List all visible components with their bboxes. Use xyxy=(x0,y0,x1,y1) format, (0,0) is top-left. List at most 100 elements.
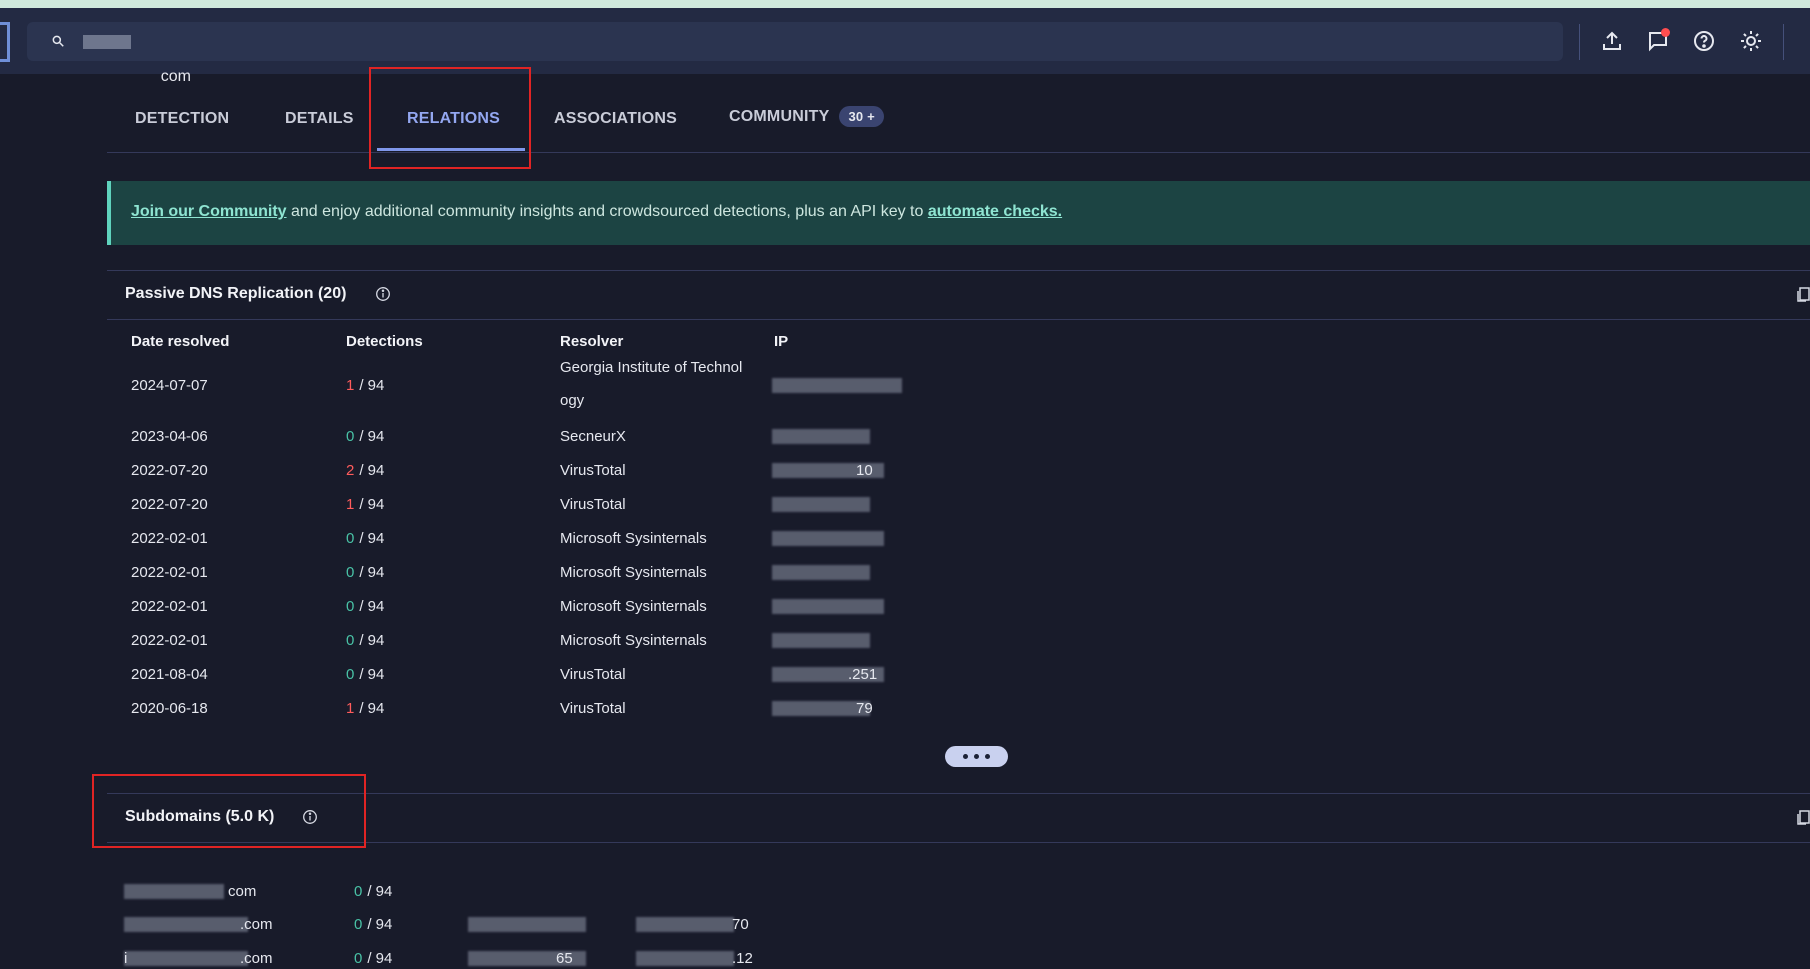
passive-dns-header: Passive DNS Replication (20) xyxy=(107,270,1810,320)
tab-detection[interactable]: DETECTION xyxy=(135,110,229,128)
row-date: 2022-02-01 xyxy=(131,598,208,615)
help-icon xyxy=(1694,31,1714,51)
community-count-badge: 30 + xyxy=(839,106,884,127)
detection-count: 0 xyxy=(346,564,355,581)
redacted-ip xyxy=(636,917,734,932)
row-date: 2021-08-04 xyxy=(131,666,208,683)
subdomain-link[interactable]: com xyxy=(228,883,256,900)
upload-button[interactable] xyxy=(1597,26,1627,56)
ip-visible-part[interactable]: 65 xyxy=(556,950,573,967)
tab-details[interactable]: DETAILS xyxy=(285,110,354,128)
detection-count: 0 xyxy=(346,598,355,615)
row-date: 2023-04-06 xyxy=(131,428,208,445)
row-resolver[interactable]: Microsoft Sysinternals xyxy=(560,564,707,581)
row-resolver-wrap: ogy xyxy=(560,392,585,409)
col-detections[interactable]: Detections xyxy=(346,333,423,350)
redacted-ip xyxy=(468,917,586,932)
tab-associations[interactable]: ASSOCIATIONS xyxy=(554,110,677,128)
upload-icon xyxy=(1603,31,1621,50)
toolbar-divider xyxy=(1783,24,1784,60)
info-icon[interactable] xyxy=(375,286,391,302)
redacted-ip xyxy=(772,429,870,444)
row-detections: 0/ 94 xyxy=(354,950,392,967)
section-title: Passive DNS Replication (20) xyxy=(125,285,347,302)
tab-community[interactable]: COMMUNITY 30 + xyxy=(729,106,884,127)
redacted-ip xyxy=(772,599,884,614)
ip-visible-part[interactable]: 70 xyxy=(732,916,749,933)
row-date: 2022-02-01 xyxy=(131,530,208,547)
section-title: Subdomains (5.0 K) xyxy=(125,808,275,825)
row-detections: 2/ 94 xyxy=(346,462,384,479)
detection-total: / 94 xyxy=(359,700,385,717)
copy-icon[interactable] xyxy=(1796,808,1810,826)
ip-visible-part[interactable]: .251 xyxy=(848,666,877,683)
top-strip xyxy=(0,0,1810,8)
detection-count: 0 xyxy=(346,530,355,547)
detection-count: 0 xyxy=(354,883,363,900)
copy-icon[interactable] xyxy=(1796,285,1810,303)
row-resolver[interactable]: VirusTotal xyxy=(560,496,626,513)
help-button[interactable] xyxy=(1689,26,1719,56)
row-resolver[interactable]: VirusTotal xyxy=(560,700,626,717)
col-date-resolved[interactable]: Date resolved xyxy=(131,333,229,350)
ip-visible-part[interactable]: 79 xyxy=(856,700,873,717)
subdomain-link[interactable]: .com xyxy=(240,950,273,967)
load-more-button[interactable] xyxy=(945,746,1008,767)
logo-edge[interactable] xyxy=(0,22,10,62)
row-detections: 0/ 94 xyxy=(346,598,384,615)
info-icon[interactable] xyxy=(302,809,318,825)
detection-count: 1 xyxy=(346,700,355,717)
search-icon xyxy=(52,35,64,47)
row-date: 2022-02-01 xyxy=(131,632,208,649)
theme-toggle[interactable] xyxy=(1736,26,1766,56)
row-resolver[interactable]: VirusTotal xyxy=(560,462,626,479)
detection-total: / 94 xyxy=(359,632,385,649)
row-detections: 0/ 94 xyxy=(346,666,384,683)
redacted-subdomain xyxy=(124,917,248,932)
detection-count: 0 xyxy=(354,950,363,967)
row-resolver[interactable]: Microsoft Sysinternals xyxy=(560,530,707,547)
row-resolver[interactable]: Georgia Institute of Technol xyxy=(560,359,742,376)
active-tab-indicator xyxy=(377,148,525,151)
banner-text: Join our Community and enjoy additional … xyxy=(131,203,1062,221)
automate-checks-link[interactable]: automate checks. xyxy=(928,203,1062,220)
detection-count: 2 xyxy=(346,462,355,479)
row-resolver[interactable]: Microsoft Sysinternals xyxy=(560,598,707,615)
row-detections: 0/ 94 xyxy=(346,632,384,649)
detection-count: 0 xyxy=(354,916,363,933)
tab-relations[interactable]: RELATIONS xyxy=(407,110,500,128)
row-date: 2020-06-18 xyxy=(131,700,208,717)
join-community-link[interactable]: Join our Community xyxy=(131,203,287,220)
row-resolver[interactable]: Microsoft Sysinternals xyxy=(560,632,707,649)
subdomains-header: Subdomains (5.0 K) xyxy=(107,793,1810,843)
ip-visible-part[interactable]: 10 xyxy=(856,462,873,479)
redacted-ip xyxy=(772,378,902,393)
redacted-ip xyxy=(772,531,884,546)
detection-count: 0 xyxy=(346,666,355,683)
col-ip[interactable]: IP xyxy=(774,333,788,350)
redacted-subdomain xyxy=(124,951,248,966)
banner-message: and enjoy additional community insights … xyxy=(286,203,928,220)
detection-total: / 94 xyxy=(359,598,385,615)
ip-visible-part[interactable]: .12 xyxy=(732,950,753,967)
toolbar-divider xyxy=(1579,24,1580,60)
subdomain-visible-head[interactable]: i xyxy=(124,950,127,967)
detection-total: / 94 xyxy=(359,666,385,683)
search-bar[interactable]: com xyxy=(27,22,1563,85)
detection-total: / 94 xyxy=(359,564,385,581)
row-resolver[interactable]: SecneurX xyxy=(560,428,626,445)
row-detections: 0/ 94 xyxy=(354,883,392,900)
col-resolver[interactable]: Resolver xyxy=(560,333,623,350)
detection-count: 0 xyxy=(346,632,355,649)
detection-total: / 94 xyxy=(359,530,385,547)
row-date: 2024-07-07 xyxy=(131,377,208,394)
row-detections: 0/ 94 xyxy=(346,530,384,547)
row-resolver[interactable]: VirusTotal xyxy=(560,666,626,683)
row-detections: 1/ 94 xyxy=(346,700,384,717)
notifications-button[interactable] xyxy=(1643,26,1673,56)
subdomain-link[interactable]: .com xyxy=(240,916,273,933)
row-detections: 0/ 94 xyxy=(354,916,392,933)
row-date: 2022-02-01 xyxy=(131,564,208,581)
detection-total: / 94 xyxy=(359,462,385,479)
row-detections: 1/ 94 xyxy=(346,496,384,513)
